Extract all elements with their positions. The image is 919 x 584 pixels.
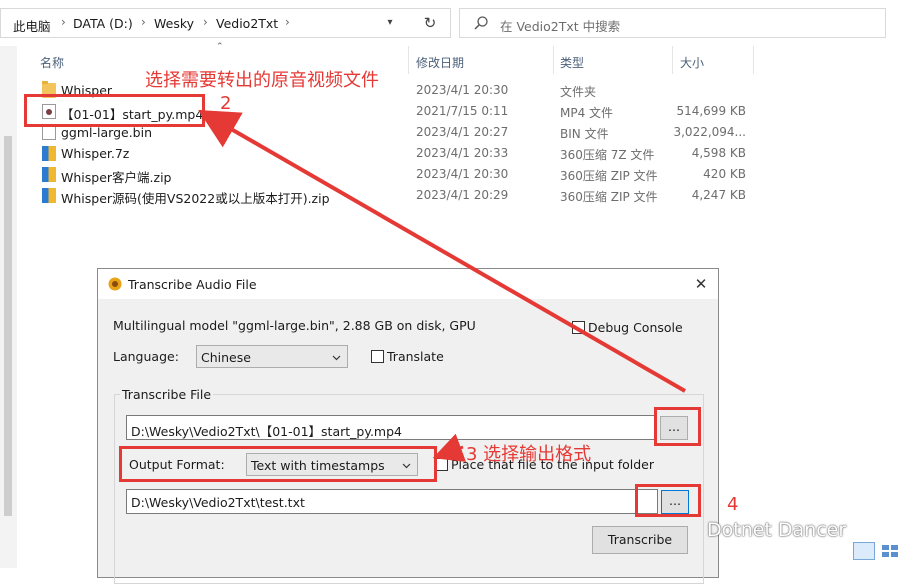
- input-file-field[interactable]: D:\Wesky\Vedio2Txt\【01-01】start_py.mp4: [126, 415, 656, 440]
- debug-console-checkbox[interactable]: [572, 321, 585, 334]
- output-file-field[interactable]: D:\Wesky\Vedio2Txt\test.txt: [126, 489, 658, 514]
- search-icon: [474, 16, 488, 30]
- large-icons-view-icon[interactable]: [881, 544, 899, 559]
- app-gear-icon: [108, 277, 122, 291]
- output-file-path: D:\Wesky\Vedio2Txt\test.txt: [131, 495, 305, 510]
- annotation-step3: 3 选择输出格式: [466, 444, 592, 465]
- language-label: Language:: [113, 349, 179, 364]
- file-icon: [42, 125, 56, 140]
- file-name: Whisper.7z: [61, 146, 130, 161]
- model-info: Multilingual model "ggml-large.bin", 2.8…: [113, 318, 476, 333]
- file-type: 360压缩 ZIP 文件: [560, 190, 658, 204]
- column-divider[interactable]: [408, 46, 409, 74]
- file-name: Whisper源码(使用VS2022或以上版本打开).zip: [61, 191, 330, 206]
- refresh-button[interactable]: ↻: [415, 9, 445, 37]
- chevron-right-icon: ›: [203, 15, 208, 29]
- column-divider[interactable]: [753, 46, 754, 74]
- highlight-box-browse-output: [635, 484, 701, 517]
- highlight-box-browse-input: [654, 407, 701, 446]
- file-row-7z[interactable]: Whisper.7z 2023/4/1 20:33 360压缩 7Z 文件 4,…: [40, 143, 770, 164]
- highlight-box-file: [24, 94, 205, 127]
- translate-label[interactable]: Translate: [387, 349, 444, 364]
- file-size: 4,247 KB: [691, 188, 746, 202]
- column-divider[interactable]: [553, 46, 554, 74]
- file-size: 420 KB: [703, 167, 746, 181]
- column-header-size[interactable]: 大小: [680, 54, 704, 71]
- search-placeholder: 在 Vedio2Txt 中搜索: [500, 19, 621, 34]
- file-date: 2023/4/1 20:33: [416, 146, 509, 160]
- group-title: Transcribe File: [120, 387, 214, 402]
- breadcrumb-this-pc[interactable]: 此电脑: [13, 16, 51, 35]
- breadcrumb-wesky[interactable]: Wesky: [154, 16, 194, 31]
- column-header-name[interactable]: 名称: [40, 54, 64, 71]
- file-type: 文件夹: [560, 85, 597, 99]
- watermark: Dotnet Dancer: [707, 519, 847, 541]
- annotation-step2: 2: [220, 93, 232, 114]
- chevron-down-icon: [332, 355, 341, 361]
- input-file-path: D:\Wesky\Vedio2Txt\【01-01】start_py.mp4: [131, 424, 402, 439]
- file-size: 3,022,094...: [673, 125, 746, 139]
- annotation-step4: 4: [727, 494, 739, 515]
- archive-icon: [42, 167, 56, 182]
- close-button[interactable]: ✕: [690, 273, 712, 295]
- language-select[interactable]: Chinese: [196, 345, 348, 368]
- chevron-right-icon: ›: [285, 15, 290, 29]
- sort-up-icon: ⌃: [216, 42, 224, 52]
- language-value: Chinese: [201, 350, 251, 365]
- file-type: 360压缩 7Z 文件: [560, 148, 655, 162]
- transcribe-button[interactable]: Transcribe: [592, 526, 688, 554]
- address-bar[interactable]: 此电脑 › DATA (D:) › Wesky › Vedio2Txt › ▾: [0, 8, 451, 38]
- file-date: 2021/7/15 0:11: [416, 104, 509, 118]
- annotation-step1: 选择需要转出的原音视频文件: [145, 70, 379, 91]
- archive-icon: [42, 146, 56, 161]
- translate-checkbox[interactable]: [371, 350, 384, 363]
- debug-console-label[interactable]: Debug Console: [588, 320, 683, 335]
- file-date: 2023/4/1 20:30: [416, 167, 509, 181]
- file-type: 360压缩 ZIP 文件: [560, 169, 658, 183]
- file-row-source-zip[interactable]: Whisper源码(使用VS2022或以上版本打开).zip 2023/4/1 …: [40, 185, 770, 206]
- dialog-title: Transcribe Audio File: [128, 277, 257, 292]
- file-name: Whisper客户端.zip: [61, 170, 172, 185]
- breadcrumb-drive[interactable]: DATA (D:): [73, 16, 133, 31]
- file-type: BIN 文件: [560, 127, 609, 141]
- breadcrumb-vedio2txt[interactable]: Vedio2Txt: [216, 16, 278, 31]
- scrollbar[interactable]: [0, 46, 17, 568]
- file-name: ggml-large.bin: [61, 125, 153, 140]
- column-header-type[interactable]: 类型: [560, 54, 584, 71]
- archive-icon: [42, 188, 56, 203]
- dialog-titlebar[interactable]: Transcribe Audio File ✕: [98, 269, 718, 299]
- file-date: 2023/4/1 20:30: [416, 83, 509, 97]
- chevron-right-icon: ›: [141, 15, 146, 29]
- file-date: 2023/4/1 20:27: [416, 125, 509, 139]
- details-view-icon[interactable]: [853, 542, 875, 560]
- file-date: 2023/4/1 20:29: [416, 188, 509, 202]
- file-size: 514,699 KB: [676, 104, 746, 118]
- column-divider[interactable]: [672, 46, 673, 74]
- file-row-client-zip[interactable]: Whisper客户端.zip 2023/4/1 20:30 360压缩 ZIP …: [40, 164, 770, 185]
- search-input[interactable]: 在 Vedio2Txt 中搜索: [459, 8, 886, 38]
- transcribe-dialog: Transcribe Audio File ✕ Multilingual mod…: [97, 268, 719, 584]
- column-header-date[interactable]: 修改日期: [416, 54, 464, 71]
- chevron-right-icon: ›: [61, 15, 66, 29]
- file-type: MP4 文件: [560, 106, 614, 120]
- chevron-down-icon[interactable]: ▾: [383, 15, 397, 31]
- highlight-box-output-format: [119, 446, 437, 482]
- file-size: 4,598 KB: [691, 146, 746, 160]
